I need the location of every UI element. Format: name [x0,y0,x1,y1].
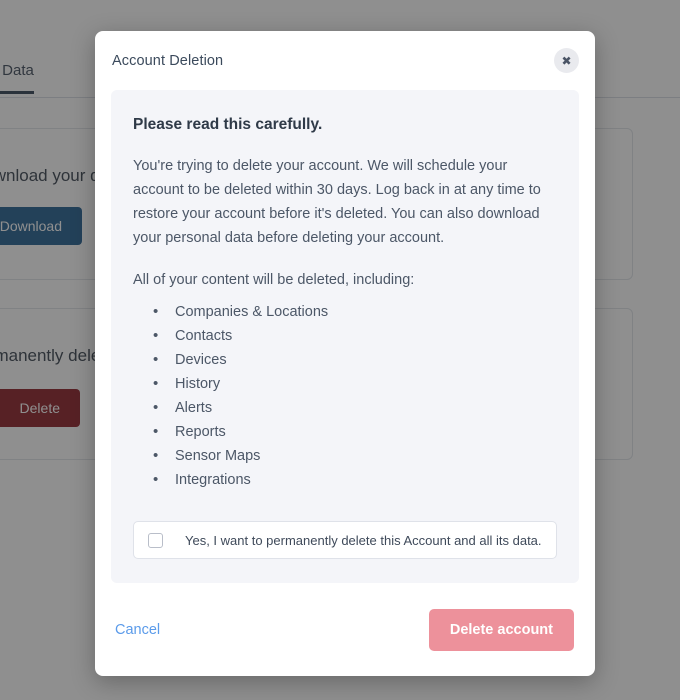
account-deletion-dialog: Account Deletion ✖ Please read this care… [95,31,595,676]
list-item: Devices [153,348,557,372]
close-icon[interactable]: ✖ [554,48,579,73]
dialog-body: Please read this carefully. You're tryin… [95,90,595,583]
cancel-button[interactable]: Cancel [115,622,160,638]
dialog-header: Account Deletion ✖ [95,31,595,90]
notice-heading: Please read this carefully. [133,116,557,134]
notice-paragraph-one: You're trying to delete your account. We… [133,154,557,250]
list-item: Alerts [153,396,557,420]
notice-paragraph-two: All of your content will be deleted, inc… [133,268,557,292]
list-item: Contacts [153,324,557,348]
deleted-content-list: Companies & Locations Contacts Devices H… [133,300,557,492]
dialog-title: Account Deletion [112,53,223,69]
list-item: Integrations [153,468,557,492]
dialog-footer: Cancel Delete account [95,583,595,676]
confirm-delete-label[interactable]: Yes, I want to permanently delete this A… [185,533,542,548]
list-item: History [153,372,557,396]
confirmation-row[interactable]: Yes, I want to permanently delete this A… [133,521,557,559]
delete-account-button[interactable]: Delete account [429,609,574,651]
list-item: Companies & Locations [153,300,557,324]
notice-panel: Please read this carefully. You're tryin… [111,90,579,583]
list-item: Reports [153,420,557,444]
confirm-delete-checkbox[interactable] [148,533,163,548]
list-item: Sensor Maps [153,444,557,468]
